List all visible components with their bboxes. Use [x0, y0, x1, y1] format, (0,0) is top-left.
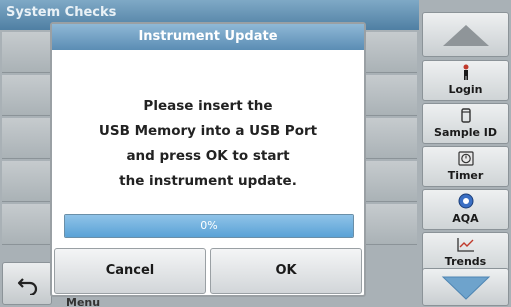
aqa-icon	[423, 193, 508, 209]
arrow-up-icon	[443, 25, 489, 46]
trends-icon	[423, 236, 508, 252]
dialog-title: Instrument Update	[52, 24, 364, 50]
scroll-down-button[interactable]	[422, 268, 509, 306]
trends-label: Trends	[444, 255, 487, 268]
update-progress-bar: 0%	[64, 214, 354, 238]
menu-label: Menu	[66, 296, 101, 307]
back-arrow-icon	[17, 278, 38, 295]
sample-id-button[interactable]: Sample ID	[422, 103, 509, 144]
dialog-message: Please insert the USB Memory into a USB …	[52, 94, 364, 194]
cancel-button[interactable]: Cancel	[54, 248, 206, 294]
trends-button[interactable]: Trends	[422, 232, 509, 273]
login-button[interactable]: Login	[422, 60, 509, 101]
instrument-update-dialog: Instrument Update Please insert the USB …	[50, 22, 366, 297]
person-icon	[423, 64, 508, 80]
aqa-button[interactable]: AQA	[422, 189, 509, 230]
message-line: USB Memory into a USB Port	[98, 123, 318, 139]
sample-id-label: Sample ID	[434, 126, 497, 139]
timer-label: Timer	[447, 169, 484, 182]
message-line: Please insert the	[143, 98, 273, 114]
progress-percent: 0%	[200, 219, 218, 232]
message-line: the instrument update.	[119, 173, 297, 189]
side-panel: Login Sample ID Timer AQA Trends	[419, 0, 511, 307]
timer-button[interactable]: Timer	[422, 146, 509, 187]
login-label: Login	[448, 83, 483, 96]
screen-title: System Checks	[6, 5, 117, 20]
arrow-down-icon	[441, 276, 491, 300]
back-button[interactable]	[2, 262, 52, 305]
aqa-label: AQA	[452, 212, 479, 225]
message-line: and press OK to start	[126, 148, 290, 164]
timer-icon	[423, 150, 508, 166]
sample-vial-icon	[423, 107, 508, 123]
dialog-buttons: Cancel OK	[54, 248, 362, 294]
ok-button[interactable]: OK	[210, 248, 362, 294]
scroll-up-button[interactable]	[422, 12, 509, 57]
